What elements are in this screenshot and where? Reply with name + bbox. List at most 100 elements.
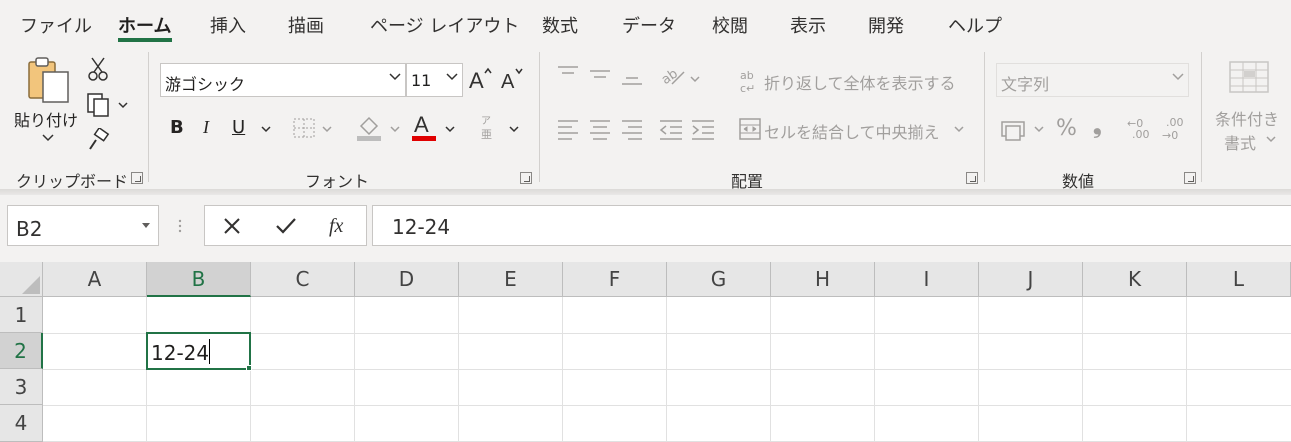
chevron-down-icon[interactable] [509, 126, 519, 133]
formula-input[interactable]: 12-24 [372, 205, 1291, 246]
row-header-4[interactable]: 4 [0, 405, 43, 442]
group-divider [984, 52, 985, 182]
column-header-i[interactable]: I [875, 262, 979, 297]
tab-home[interactable]: ホーム [118, 12, 171, 38]
number-format-dropdown[interactable]: 文字列 [996, 63, 1189, 97]
tab-view[interactable]: 表示 [790, 12, 826, 38]
column-header-e[interactable]: E [459, 262, 563, 297]
chevron-down-icon[interactable] [42, 134, 54, 142]
font-size-value: 11 [411, 71, 432, 90]
wrap-text-label[interactable]: 折り返して全体を表示する [764, 70, 956, 94]
font-name-dropdown[interactable]: 游ゴシック [160, 63, 406, 97]
format-painter-icon[interactable] [86, 128, 110, 152]
column-header-j[interactable]: J [979, 262, 1083, 297]
name-box[interactable]: B2 [7, 205, 159, 246]
formula-input-value: 12-24 [392, 215, 451, 239]
percent-style-button[interactable]: % [1056, 116, 1077, 141]
underline-button[interactable]: U [232, 117, 245, 138]
copy-icon[interactable] [86, 92, 110, 118]
column-header-k[interactable]: K [1083, 262, 1187, 297]
select-all-corner[interactable] [0, 262, 43, 297]
number-dialog-launcher-icon[interactable] [1184, 172, 1196, 184]
name-box-value: B2 [16, 217, 43, 241]
active-cell-b2[interactable]: 12-24 [146, 332, 251, 370]
worksheet-grid[interactable]: A B C D E F G H I J K L 1 2 3 4 12-24 [0, 262, 1291, 442]
row-header-1[interactable]: 1 [0, 297, 43, 333]
italic-button[interactable]: I [203, 117, 209, 138]
tab-page-layout[interactable]: ページ レイアウト [370, 12, 519, 38]
svg-text:→0: →0 [1162, 129, 1178, 142]
borders-icon[interactable] [292, 117, 316, 139]
formula-bar-resize-grip-icon[interactable] [177, 218, 183, 234]
chevron-down-icon[interactable] [690, 76, 700, 83]
tab-formulas[interactable]: 数式 [542, 12, 578, 38]
clipboard-dialog-launcher-icon[interactable] [131, 172, 143, 184]
cancel-entry-icon[interactable] [223, 217, 241, 235]
column-header-l[interactable]: L [1187, 262, 1291, 297]
decrease-font-size-icon[interactable]: A [500, 66, 526, 92]
font-color-icon[interactable]: A [410, 112, 438, 142]
row-header-2[interactable]: 2 [0, 333, 43, 369]
font-size-dropdown[interactable]: 11 [406, 63, 463, 97]
conditional-formatting-icon[interactable] [1228, 60, 1272, 96]
align-right-icon[interactable] [620, 118, 644, 140]
chevron-down-icon[interactable] [118, 102, 128, 109]
column-header-g[interactable]: G [667, 262, 771, 297]
furigana-bottom-char[interactable]: 亜 [481, 126, 492, 142]
column-header-a[interactable]: A [43, 262, 147, 297]
top-align-icon[interactable] [556, 64, 580, 84]
tab-data[interactable]: データ [622, 12, 676, 38]
middle-align-icon[interactable] [588, 64, 612, 84]
column-header-d[interactable]: D [355, 262, 459, 297]
conditional-formatting-label-line2[interactable]: 書式 [1224, 130, 1256, 154]
comma-style-button[interactable]: ❟ [1093, 114, 1102, 139]
column-header-h[interactable]: H [771, 262, 875, 297]
decrease-indent-icon[interactable] [658, 118, 684, 140]
chevron-down-icon[interactable] [261, 126, 271, 133]
chevron-down-icon[interactable] [445, 126, 455, 133]
chevron-down-icon[interactable] [390, 126, 400, 133]
increase-indent-icon[interactable] [690, 118, 716, 140]
merge-center-icon[interactable] [738, 117, 762, 141]
tab-help[interactable]: ヘルプ [948, 12, 1002, 38]
tab-insert[interactable]: 挿入 [210, 12, 246, 38]
align-left-icon[interactable] [556, 118, 580, 140]
column-header-c[interactable]: C [251, 262, 355, 297]
tab-draw[interactable]: 描画 [288, 12, 324, 38]
chevron-down-icon [446, 73, 458, 81]
decrease-decimal-icon[interactable]: →0 [1160, 128, 1188, 142]
tab-developer[interactable]: 開発 [868, 12, 904, 38]
ribbon-tab-bar: ファイル ホーム 挿入 描画 ページ レイアウト 数式 データ 校閲 表示 開発… [0, 0, 1291, 46]
font-dialog-launcher-icon[interactable] [520, 172, 532, 184]
bold-button[interactable]: B [170, 117, 184, 138]
tab-review[interactable]: 校閲 [712, 12, 748, 38]
conditional-formatting-label-line1[interactable]: 条件付き [1215, 106, 1279, 130]
cut-icon[interactable] [88, 56, 108, 82]
merge-center-label[interactable]: セルを結合して中央揃え [764, 119, 940, 143]
alignment-dialog-launcher-icon[interactable] [966, 172, 978, 184]
active-tab-indicator [118, 38, 172, 42]
fill-color-icon[interactable] [355, 114, 383, 142]
orientation-icon[interactable]: ab [658, 62, 686, 88]
furigana-top-char[interactable]: ア [481, 112, 491, 127]
paste-icon[interactable] [26, 56, 72, 104]
column-header-b[interactable]: B [147, 262, 251, 297]
chevron-down-icon[interactable] [954, 126, 964, 133]
bottom-align-icon[interactable] [620, 64, 644, 88]
chevron-down-icon[interactable] [1266, 136, 1276, 143]
tab-file[interactable]: ファイル [20, 12, 92, 38]
increase-font-size-icon[interactable]: A [468, 66, 494, 92]
chevron-down-icon[interactable] [322, 126, 332, 133]
chevron-down-icon[interactable] [142, 223, 150, 229]
confirm-entry-icon[interactable] [275, 217, 297, 235]
insert-function-button[interactable]: fx [329, 215, 343, 238]
accounting-format-icon[interactable] [1000, 118, 1028, 142]
chevron-down-icon[interactable] [1034, 126, 1044, 133]
column-header-f[interactable]: F [563, 262, 667, 297]
svg-text:A: A [469, 68, 484, 92]
fill-handle[interactable] [246, 365, 252, 371]
wrap-text-icon[interactable]: abc↵ [740, 68, 762, 94]
align-center-icon[interactable] [588, 118, 612, 140]
paste-button-label[interactable]: 貼り付け [14, 107, 78, 131]
row-header-3[interactable]: 3 [0, 369, 43, 405]
